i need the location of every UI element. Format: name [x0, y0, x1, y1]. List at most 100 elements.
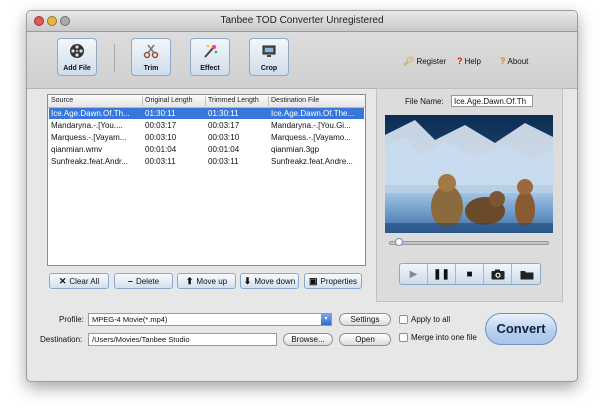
- column-divider: [268, 96, 269, 106]
- column-header-trimmed-length[interactable]: Trimmed Length: [208, 97, 259, 104]
- open-folder-button[interactable]: [512, 264, 542, 284]
- delete-button[interactable]: – Delete: [114, 273, 173, 289]
- magic-wand-icon: [204, 44, 218, 58]
- scissors-icon: [143, 44, 159, 59]
- trim-button[interactable]: Trim: [131, 38, 171, 76]
- video-preview: [385, 115, 553, 233]
- crop-button[interactable]: Crop: [249, 38, 289, 76]
- column-header-destination-file[interactable]: Destination File: [271, 97, 319, 104]
- apply-to-all-label: Apply to all: [411, 315, 451, 324]
- column-header-original-length[interactable]: Original Length: [145, 97, 192, 104]
- x-icon: ✕: [58, 275, 67, 286]
- crop-monitor-icon: [262, 45, 276, 57]
- properties-label: Properties: [320, 276, 357, 286]
- register-label: Register: [416, 57, 447, 66]
- trim-label: Trim: [143, 65, 159, 72]
- cell-source: Mandaryna.-.[You....: [51, 121, 123, 130]
- title-bar: Tanbee TOD Converter Unregistered: [27, 11, 577, 32]
- cell-original-length: 00:03:10: [145, 133, 177, 142]
- film-reel-icon: [70, 44, 84, 58]
- seek-bar[interactable]: [389, 241, 549, 245]
- cell-original-length: 00:01:04: [145, 145, 177, 154]
- destination-label: Destination:: [40, 335, 83, 344]
- help-label: Help: [464, 56, 481, 66]
- settings-button[interactable]: Settings: [339, 313, 391, 326]
- table-row[interactable]: Ice.Age.Dawn.Of.Th... 01:30:11 01:30:11 …: [49, 108, 364, 119]
- folder-icon: [520, 270, 534, 279]
- profile-label: Profile:: [59, 315, 84, 324]
- properties-button[interactable]: ▣ Properties: [304, 273, 362, 289]
- open-button[interactable]: Open: [339, 333, 391, 346]
- clear-all-label: Clear All: [69, 276, 100, 286]
- table-row[interactable]: Mandaryna.-.[You.... 00:03:17 00:03:17 M…: [49, 120, 364, 131]
- cell-source: Sunfreakz.feat.Andr...: [51, 157, 128, 166]
- cell-destination-file: Sunfreakz.feat.Andre...: [271, 157, 353, 166]
- arrow-up-icon: ⬆: [185, 275, 194, 286]
- profile-select[interactable]: MPEG-4 Movie(*.mp4) ▾: [88, 313, 332, 326]
- cell-destination-file: qianmian.3gp: [271, 145, 320, 154]
- minus-icon: –: [127, 276, 133, 286]
- destination-field[interactable]: /Users/Movies/Tanbee Studio: [88, 333, 277, 346]
- cell-trimmed-length: 00:03:11: [208, 157, 239, 166]
- help-link[interactable]: ? Help: [457, 56, 481, 66]
- file-list-table[interactable]: Source Original Length Trimmed Length De…: [47, 94, 366, 266]
- cell-destination-file: Ice.Age.Dawn.Of.The...: [271, 109, 355, 118]
- window-title: Tanbee TOD Converter Unregistered: [220, 15, 384, 26]
- browse-button[interactable]: Browse...: [283, 333, 333, 346]
- file-name-label: File Name:: [405, 97, 444, 106]
- cell-destination-file: Mandaryna.-.[You.Gi...: [271, 121, 351, 130]
- pause-button[interactable]: ❚❚: [428, 264, 456, 284]
- apply-to-all-checkbox[interactable]: [399, 315, 408, 324]
- cell-source: Marquess.-.[Vayam...: [51, 133, 127, 142]
- key-icon: 🔑︎: [403, 56, 415, 66]
- cell-trimmed-length: 00:01:04: [208, 145, 240, 154]
- effect-label: Effect: [200, 65, 220, 72]
- table-row[interactable]: Marquess.-.[Vayam... 00:03:10 00:03:10 M…: [49, 132, 364, 143]
- file-name-field[interactable]: Ice.Age.Dawn.Of.Th: [451, 95, 533, 107]
- app-window: Tanbee TOD Converter Unregistered Add Fi…: [26, 10, 578, 382]
- cell-original-length: 00:03:11: [145, 157, 176, 166]
- column-header-source[interactable]: Source: [51, 97, 73, 104]
- arrow-down-icon: ⬇: [243, 275, 252, 286]
- table-header: Source Original Length Trimmed Length De…: [48, 95, 365, 108]
- camera-icon: [491, 269, 504, 279]
- register-link[interactable]: 🔑︎ Register: [403, 56, 446, 67]
- cell-trimmed-length: 01:30:11: [208, 109, 239, 118]
- move-up-label: Move up: [196, 276, 228, 286]
- playback-controls: ▶ ❚❚ ■: [399, 263, 541, 285]
- profile-value: MPEG-4 Movie(*.mp4): [92, 315, 168, 324]
- column-divider: [142, 96, 143, 106]
- cell-trimmed-length: 00:03:17: [208, 121, 240, 130]
- move-down-label: Move down: [254, 276, 296, 286]
- pause-icon: ❚❚: [433, 268, 450, 280]
- chevron-down-icon[interactable]: ▾: [321, 314, 331, 325]
- cell-source: Ice.Age.Dawn.Of.Th...: [51, 109, 130, 118]
- question-icon: ?: [457, 56, 463, 66]
- move-down-button[interactable]: ⬇ Move down: [240, 273, 299, 289]
- merge-label: Merge into one file: [411, 333, 477, 342]
- about-link[interactable]: ? About: [500, 56, 528, 66]
- add-file-label: Add File: [63, 65, 91, 72]
- merge-checkbox[interactable]: [399, 333, 408, 342]
- convert-button[interactable]: Convert: [485, 313, 557, 345]
- delete-label: Delete: [135, 276, 160, 286]
- cell-original-length: 01:30:11: [145, 109, 176, 118]
- cell-source: qianmian.wmv: [51, 145, 103, 154]
- about-label: About: [507, 56, 529, 66]
- stop-button[interactable]: ■: [456, 264, 484, 284]
- crop-label: Crop: [260, 65, 278, 72]
- column-divider: [205, 96, 206, 106]
- add-file-button[interactable]: Add File: [57, 38, 97, 76]
- cell-original-length: 00:03:17: [145, 121, 177, 130]
- table-row[interactable]: Sunfreakz.feat.Andr... 00:03:11 00:03:11…: [49, 156, 364, 167]
- table-row[interactable]: qianmian.wmv 00:01:04 00:01:04 qianmian.…: [49, 144, 364, 155]
- stop-icon: ■: [466, 268, 473, 280]
- snapshot-button[interactable]: [484, 264, 512, 284]
- cell-trimmed-length: 00:03:10: [208, 133, 240, 142]
- clear-all-button[interactable]: ✕ Clear All: [49, 273, 109, 289]
- move-up-button[interactable]: ⬆ Move up: [177, 273, 236, 289]
- info-icon: ?: [500, 56, 506, 66]
- play-button[interactable]: ▶: [400, 264, 428, 284]
- effect-button[interactable]: Effect: [190, 38, 230, 76]
- cell-destination-file: Marquess.-.[Vayamo...: [271, 133, 351, 142]
